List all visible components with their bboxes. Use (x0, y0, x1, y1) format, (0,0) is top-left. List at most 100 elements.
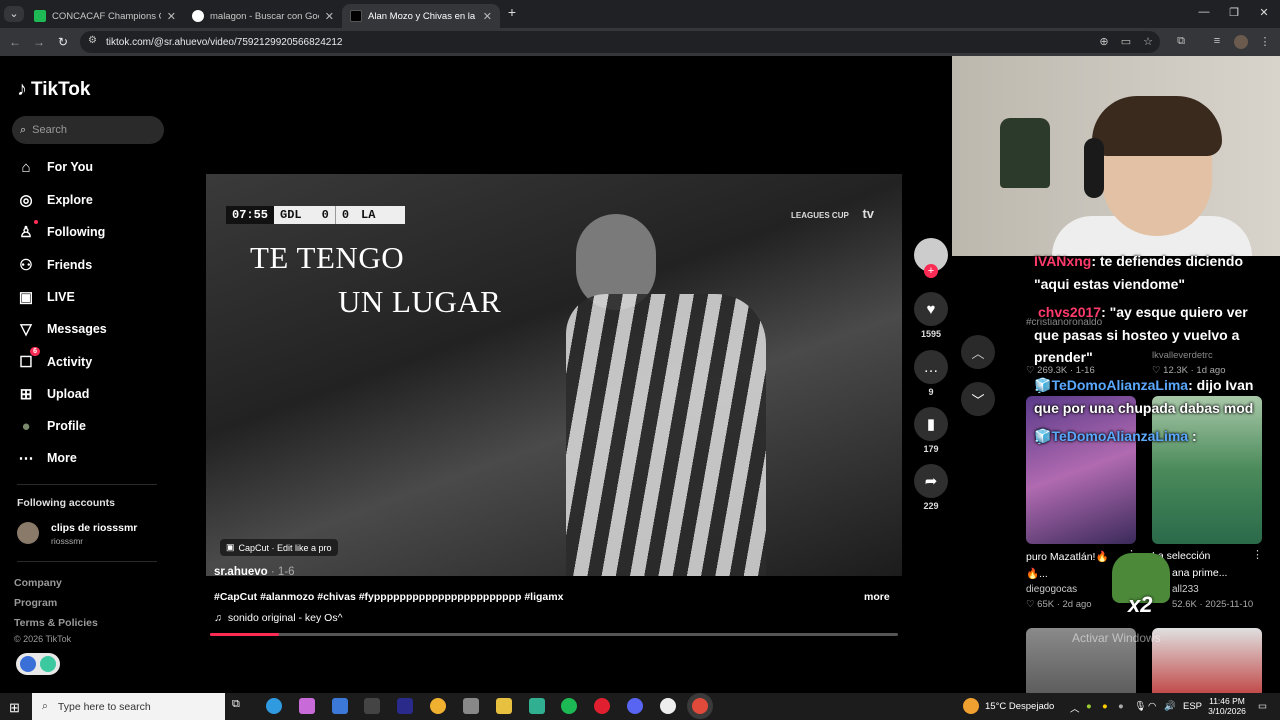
extensions-icon[interactable]: ⧉ (1174, 35, 1188, 48)
follow-plus-icon[interactable]: + (924, 264, 938, 278)
recommended-panel: #cristianoronaldo lkvalleverdetrc ♡ 269.… (1008, 256, 1280, 698)
edge-icon[interactable] (266, 698, 282, 714)
minimize-icon[interactable]: — (1194, 6, 1214, 18)
nav-for-you[interactable]: ⌂ For You (17, 158, 93, 176)
creator-avatar[interactable]: + (914, 238, 948, 278)
video-progress-bar[interactable] (210, 633, 898, 636)
notifications-icon[interactable]: ▭ (1258, 701, 1267, 712)
card-menu-icon[interactable]: ⋮ (1252, 548, 1263, 561)
more-icon: ⋯ (18, 450, 34, 467)
nav-live[interactable]: ▣ LIVE (17, 288, 75, 306)
video-caption-line2: UN LUGAR (338, 284, 502, 319)
weather-text[interactable]: 15°C Despejado (985, 701, 1054, 712)
nav-profile[interactable]: ● Profile (17, 417, 85, 435)
nav-more[interactable]: ⋯ More (17, 449, 77, 467)
menu-kebab-icon[interactable]: ⋮ (1258, 35, 1272, 48)
google-favicon-icon (192, 10, 204, 22)
nav-following[interactable]: ♙ Following (17, 220, 105, 241)
ice-emoji-icon: 🧊 (1034, 428, 1052, 444)
spotify-icon[interactable] (561, 698, 577, 714)
tab-search-button[interactable]: ⌄ (4, 6, 24, 22)
nav-friends[interactable]: ⚇ Friends (17, 256, 92, 274)
capcut-watermark[interactable]: ▣ CapCut · Edit like a pro (220, 539, 338, 556)
obs-icon[interactable] (660, 698, 676, 714)
video-card-thumbnail[interactable] (1152, 396, 1262, 544)
sound-link[interactable]: ♫ sonido original - key Os^ (214, 612, 348, 624)
clock[interactable]: 11:46 PM 3/10/2026 (1207, 696, 1247, 716)
heart-icon: ♥ (914, 292, 948, 326)
close-tab-icon[interactable]: ✕ (325, 10, 334, 23)
zoom-icon[interactable]: ⊕ (1097, 35, 1111, 48)
chat-line: 🧊TeDomoAlianzaLima : (1034, 428, 1197, 444)
tray-chevron-icon[interactable]: ︿ (1070, 701, 1080, 715)
back-icon[interactable]: ← (7, 35, 23, 49)
tab-google-search[interactable]: malagon - Buscar con Google ✕ (184, 4, 342, 28)
next-video-button[interactable]: ﹀ (961, 382, 995, 416)
tab-concacaf[interactable]: CONCACAF Champions Cup pa ✕ (26, 4, 184, 28)
tray-app-icon[interactable]: ● (1102, 701, 1108, 712)
emote-multiplier: x2 (1128, 592, 1153, 617)
opera-icon[interactable] (594, 698, 610, 714)
video-player[interactable]: 07:55 GDL 0 0 LA LEAGUES CUP tv TE TENGO… (206, 174, 902, 576)
forward-icon[interactable]: → (31, 35, 47, 49)
language-indicator[interactable]: ESP (1183, 701, 1202, 712)
search-input[interactable]: ⌕ Search (12, 116, 164, 144)
volume-icon[interactable]: 🔊 (1164, 701, 1176, 712)
save-button[interactable]: ▮ 179 (914, 407, 948, 454)
microphone-icon[interactable]: 🎙 (1134, 701, 1146, 712)
new-tab-button[interactable]: + (502, 4, 522, 20)
tray-app-icon[interactable]: ● (1118, 701, 1124, 712)
windows-start-icon[interactable]: ⊞ (9, 700, 20, 716)
like-button[interactable]: ♥ 1595 (914, 292, 948, 339)
video-card-thumbnail[interactable] (1152, 628, 1262, 698)
following-accounts-title: Following accounts (17, 497, 116, 509)
site-info-icon[interactable]: ⚙ (88, 35, 97, 46)
chrome-canary-icon[interactable] (430, 698, 446, 714)
app-icon[interactable] (463, 698, 479, 714)
video-card-thumbnail[interactable] (1026, 396, 1136, 544)
comment-button[interactable]: … 9 (914, 350, 948, 397)
restore-icon[interactable]: ❐ (1224, 6, 1244, 19)
capcut-icon: ▣ (226, 542, 235, 552)
previous-video-button[interactable]: ︿ (961, 335, 995, 369)
following-account-item[interactable]: clips de riosssmr riosssmr (17, 520, 187, 546)
app-icon[interactable] (529, 698, 545, 714)
profile-avatar-icon[interactable] (1234, 35, 1248, 49)
tiktok-note-icon: ♪ (17, 78, 27, 100)
close-window-icon[interactable]: ✕ (1254, 6, 1274, 19)
nav-activity[interactable]: ☐ 6 Activity (17, 347, 92, 371)
address-bar[interactable]: ⚙ tiktok.com/@sr.ahuevo/video/7592129920… (80, 31, 1160, 53)
media-control-icon[interactable]: ≡ (1210, 35, 1224, 47)
copilot-icon[interactable] (299, 698, 315, 714)
share-button[interactable]: ➦ 229 (914, 464, 948, 511)
chevron-down-icon: ﹀ (971, 392, 985, 408)
cast-icon[interactable]: ▭ (1119, 35, 1133, 48)
bookmark-star-icon[interactable]: ☆ (1141, 35, 1155, 48)
discord-icon[interactable] (627, 698, 643, 714)
mail-icon[interactable] (332, 698, 348, 714)
video-author[interactable]: sr.ahuevo · 1-6 (214, 566, 295, 578)
close-tab-icon[interactable]: ✕ (483, 10, 492, 23)
task-view-icon[interactable]: ⧉ (232, 698, 248, 714)
taskbar-search-input[interactable]: ⌕ Type here to search (32, 693, 225, 720)
get-app-toggle[interactable] (16, 653, 60, 675)
tray-app-icon[interactable]: ● (1086, 701, 1092, 712)
nav-messages[interactable]: ▽ Messages (17, 320, 107, 338)
tiktok-logo[interactable]: ♪ TikTok (17, 78, 90, 101)
more-link[interactable]: more (864, 591, 890, 603)
sidebar: ♪ TikTok ⌕ Search ⌂ For You ◎ Explore ♙ … (0, 56, 200, 693)
nav-upload[interactable]: ⊞ Upload (17, 385, 90, 403)
wifi-icon[interactable]: ◠ (1148, 701, 1156, 712)
footer-link-terms[interactable]: Terms & Policies (14, 617, 98, 629)
footer-link-company[interactable]: Company (14, 577, 62, 589)
chrome-icon[interactable] (692, 698, 708, 714)
file-explorer-icon[interactable] (496, 698, 512, 714)
close-tab-icon[interactable]: ✕ (167, 10, 176, 23)
vscode-icon[interactable] (397, 698, 413, 714)
nav-explore[interactable]: ◎ Explore (17, 191, 92, 209)
footer-link-program[interactable]: Program (14, 597, 57, 609)
store-icon[interactable] (364, 698, 380, 714)
reload-icon[interactable]: ↻ (55, 35, 71, 49)
divider (17, 561, 157, 562)
tab-tiktok[interactable]: Alan Mozo y Chivas en la Liga I ✕ (342, 4, 500, 28)
